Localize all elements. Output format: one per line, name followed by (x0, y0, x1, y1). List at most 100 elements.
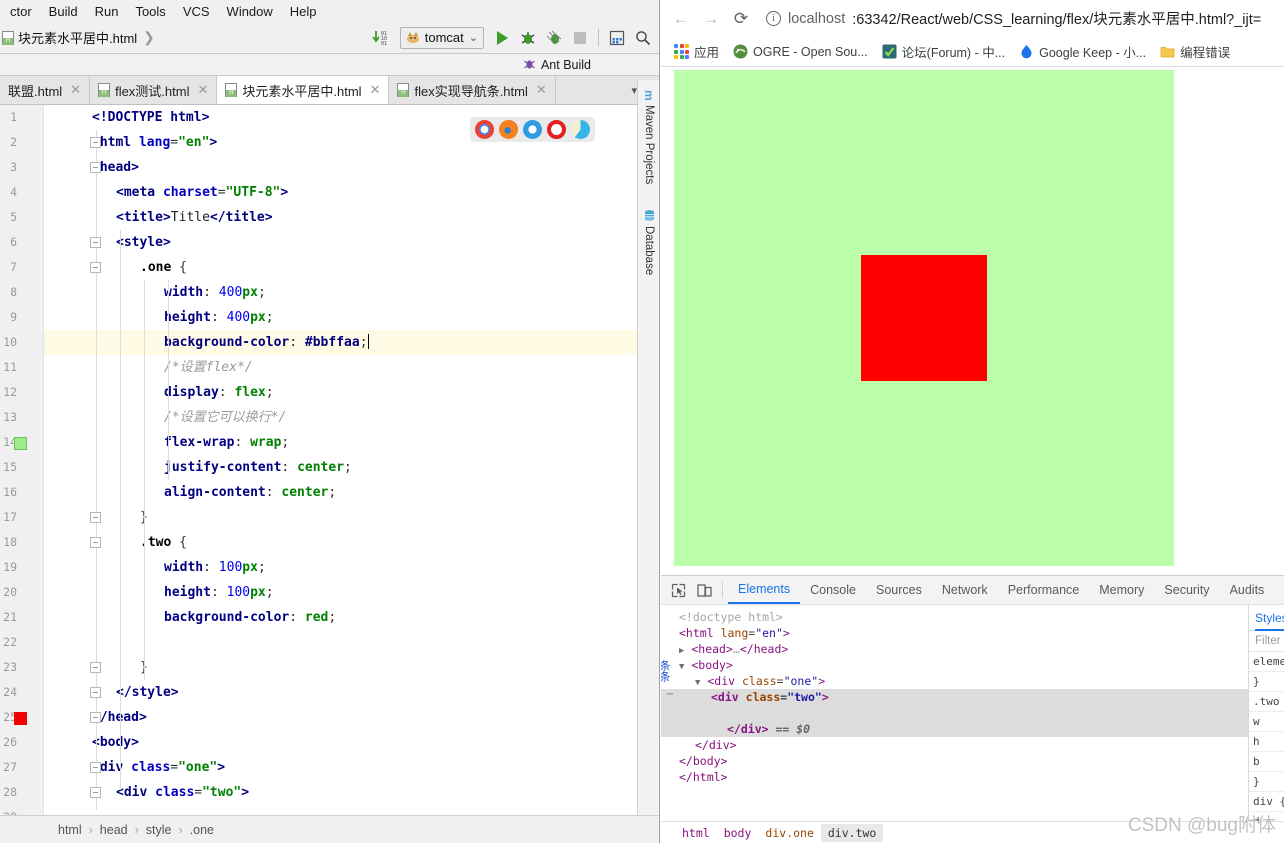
style-rule-line[interactable]: } (1249, 772, 1284, 792)
bookmark-forum[interactable]: 论坛(Forum) - 中... (876, 39, 1011, 64)
dom-collapsed-ellipsis[interactable]: ⋯ (667, 689, 674, 700)
editor-tab-1[interactable]: flex测试.html ✕ (90, 76, 218, 104)
dom-tree-node[interactable]: ▼ <body> (661, 657, 1248, 673)
menu-item-help[interactable]: Help (282, 2, 326, 21)
dom-tree-node[interactable]: <!doctype html> (661, 609, 1248, 625)
code-line[interactable]: /*设置flex*/ (44, 355, 659, 380)
devtools-tab-memory[interactable]: Memory (1089, 576, 1154, 604)
back-button-icon[interactable]: ← (667, 5, 695, 33)
code-line[interactable]: <style> (44, 230, 659, 255)
style-rule-line[interactable]: .two { (1249, 692, 1284, 712)
code-line[interactable]: </style> (44, 680, 659, 705)
page-info-icon[interactable]: i (766, 11, 781, 26)
code-line[interactable]: <body> (44, 730, 659, 755)
status-breadcrumb-head[interactable]: head (100, 823, 128, 837)
code-line[interactable]: height: 400px; (44, 305, 659, 330)
menu-item-tools[interactable]: Tools (127, 2, 174, 21)
fold-toggle-icon[interactable] (90, 137, 101, 148)
code-line[interactable]: justify-content: center; (44, 455, 659, 480)
bookmark-google-keep[interactable]: Google Keep - 小... (1013, 39, 1152, 64)
menu-item-run[interactable]: Run (87, 2, 128, 21)
devtools-tab-console[interactable]: Console (800, 576, 866, 604)
chrome-icon[interactable] (475, 120, 494, 139)
inspect-element-icon[interactable] (665, 576, 691, 604)
dom-tree-node[interactable] (661, 705, 1248, 721)
bookmark-ogre[interactable]: OGRE - Open Sou... (727, 41, 874, 62)
devtools-tab-sources[interactable]: Sources (866, 576, 932, 604)
dom-tree-node[interactable]: </body> (661, 753, 1248, 769)
devtools-tab-audits[interactable]: Audits (1220, 576, 1275, 604)
opera-icon[interactable] (547, 120, 566, 139)
tool-window-database[interactable]: Database (638, 206, 659, 291)
dom-tree-node[interactable]: </div> == $0 (661, 721, 1248, 737)
menu-item-vcs[interactable]: VCS (175, 2, 219, 21)
code-line[interactable] (44, 805, 659, 815)
forward-button-icon[interactable]: → (697, 5, 725, 33)
run-configuration-caret-icon[interactable]: ⌄ (469, 31, 478, 44)
dom-tree-node[interactable]: <html lang="en"> (661, 625, 1248, 641)
update-project-icon[interactable]: 01 10 01 (370, 26, 394, 50)
editor-gutter[interactable]: 1 2 3 4 5 6 7 8 9 10 11 12 13 14 15 16 17 18 19 20 21 22 23 24 2… (0, 105, 44, 824)
fold-toggle-icon[interactable] (90, 712, 101, 723)
code-line[interactable]: width: 400px; (44, 280, 659, 305)
devtools-tab-network[interactable]: Network (932, 576, 998, 604)
style-rule-line[interactable]: d (1249, 812, 1284, 821)
coverage-button[interactable] (542, 26, 566, 50)
code-line[interactable]: } (44, 505, 659, 530)
editor-tab-3[interactable]: flex实现导航条.html ✕ (389, 76, 556, 104)
styles-filter-input[interactable]: Filter (1249, 631, 1284, 652)
dom-tree-node[interactable]: ▶ <head>…</head> (661, 641, 1248, 657)
code-line[interactable]: /*设置它可以换行*/ (44, 405, 659, 430)
code-line[interactable]: .two { (44, 530, 659, 555)
code-line[interactable]: width: 100px; (44, 555, 659, 580)
fold-toggle-icon[interactable] (90, 262, 101, 273)
firefox-icon[interactable] (499, 120, 518, 139)
style-rule-line[interactable]: div { (1249, 792, 1284, 812)
dom-breadcrumb-div-two[interactable]: div.two (820, 823, 884, 842)
code-line[interactable]: display: flex; (44, 380, 659, 405)
debug-button[interactable] (516, 26, 540, 50)
editor-tab-2-close-icon[interactable]: ✕ (370, 82, 381, 98)
style-rule-line[interactable]: } (1249, 672, 1284, 692)
dom-breadcrumb-body[interactable]: body (717, 824, 759, 842)
editor-tab-0-close-icon[interactable]: ✕ (70, 82, 81, 98)
run-button[interactable] (490, 26, 514, 50)
code-line[interactable]: background-color: #bbffaa; (44, 330, 659, 355)
code-line[interactable]: background-color: red; (44, 605, 659, 630)
style-rule-line[interactable]: b (1249, 752, 1284, 772)
style-rule-line[interactable]: element.style { (1249, 652, 1284, 672)
code-line[interactable]: <meta charset="UTF-8"> (44, 180, 659, 205)
fold-toggle-icon[interactable] (90, 237, 101, 248)
status-breadcrumb-style[interactable]: style (146, 823, 172, 837)
dom-breadcrumb-html[interactable]: html (675, 824, 717, 842)
ant-build-label[interactable]: Ant Build (541, 58, 591, 72)
breadcrumb-file[interactable]: 块元素水平居中.html (2, 28, 137, 47)
editor-tab-1-close-icon[interactable]: ✕ (197, 82, 208, 98)
dom-tree-node[interactable]: <div class="two"> (661, 689, 1248, 705)
dom-breadcrumb-div-one[interactable]: div.one (758, 824, 820, 842)
code-line[interactable]: </head> (44, 705, 659, 730)
dom-tree-node[interactable]: ▼ <div class="one"> (661, 673, 1248, 689)
search-everywhere-icon[interactable] (631, 26, 655, 50)
run-configuration-selector[interactable]: tomcat ⌄ (399, 26, 484, 49)
fold-toggle-icon[interactable] (90, 687, 101, 698)
styles-pane[interactable]: Styles Filter element.style {}.two { w h… (1248, 605, 1284, 821)
style-rule-line[interactable]: h (1249, 732, 1284, 752)
bookmark-programming-errors[interactable]: 编程错误 (1154, 39, 1236, 64)
fold-toggle-icon[interactable] (90, 787, 101, 798)
code-line[interactable]: flex-wrap: wrap; (44, 430, 659, 455)
code-line[interactable]: <div class="one"> (44, 755, 659, 780)
devtools-tab-performance[interactable]: Performance (998, 576, 1090, 604)
reload-button-icon[interactable]: ⟳ (727, 5, 755, 33)
editor-tab-0[interactable]: 联盟.html ✕ (0, 76, 91, 104)
status-breadcrumb-html[interactable]: html (58, 823, 82, 837)
code-line[interactable]: .one { (44, 255, 659, 280)
code-text-area[interactable]: <!DOCTYPE html> <html lang="en"> <head> <me… (44, 105, 659, 815)
fold-toggle-icon[interactable] (90, 662, 101, 673)
menu-item-window[interactable]: Window (219, 2, 282, 21)
bookmark-apps[interactable]: 应用 (668, 39, 725, 64)
fold-toggle-icon[interactable] (90, 537, 101, 548)
dom-tree[interactable]: 条条 <!doctype html> <html lang="en"> ▶ <hea… (661, 605, 1248, 821)
code-line[interactable]: } (44, 655, 659, 680)
layout-settings-icon[interactable] (605, 26, 629, 50)
